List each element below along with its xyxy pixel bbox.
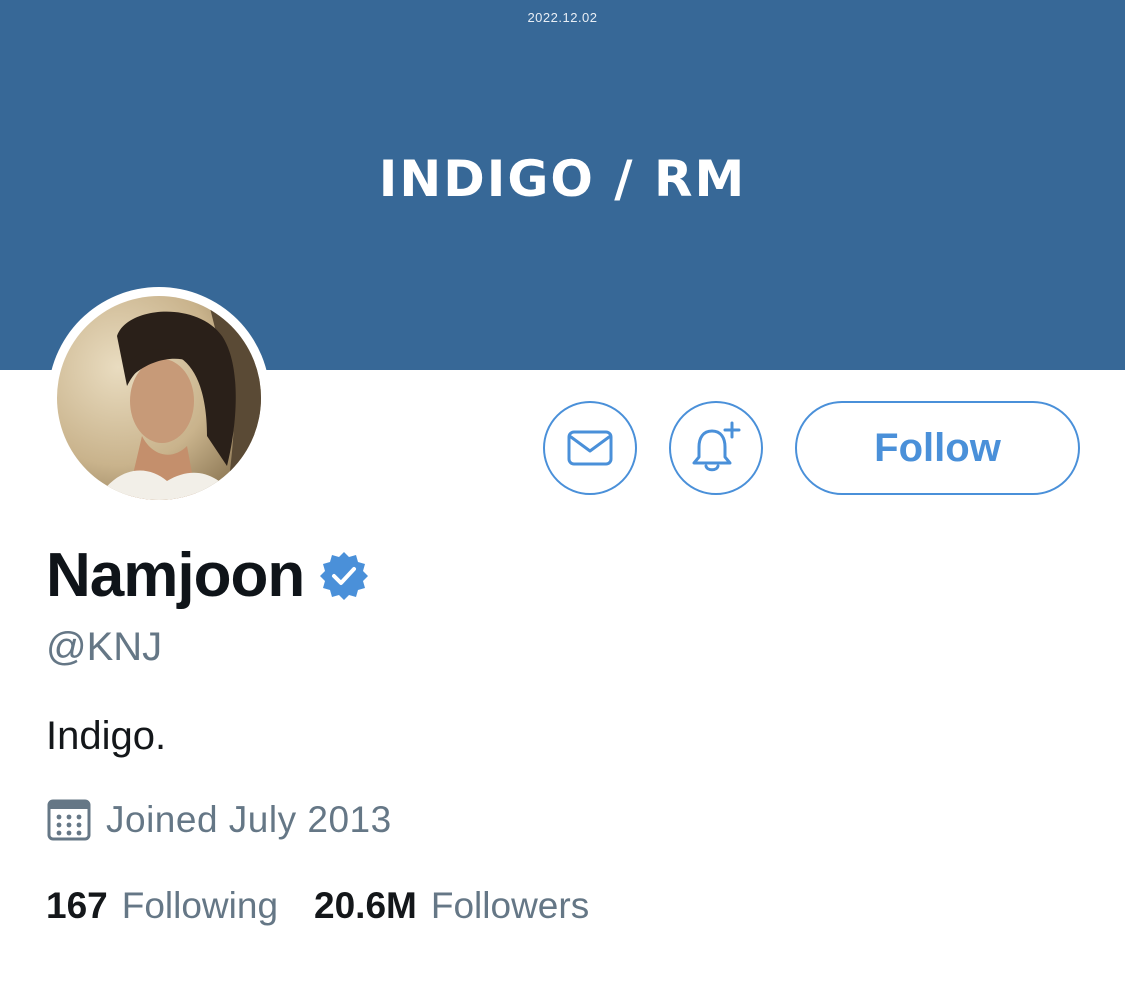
avatar[interactable] — [48, 287, 270, 509]
banner-date-stamp: 2022.12.02 — [527, 10, 598, 25]
following-label: Following — [121, 885, 279, 926]
following-link[interactable]: 167 Following — [46, 885, 278, 927]
joined-row: Joined July 2013 — [46, 795, 392, 845]
following-count: 167 — [46, 885, 108, 926]
envelope-icon — [567, 430, 613, 466]
message-button[interactable] — [543, 401, 637, 495]
bell-plus-icon — [692, 421, 741, 472]
display-name: Namjoon — [46, 541, 305, 610]
handle: @KNJ — [46, 625, 163, 669]
notify-button[interactable] — [669, 401, 763, 495]
avatar-photo — [57, 296, 261, 500]
profile-page: 2022.12.02 INDIGO / RM Follow Namjoon @K… — [0, 0, 1125, 981]
followers-link[interactable]: 20.6M Followers — [314, 885, 589, 927]
bio: Indigo. — [46, 714, 167, 758]
joined-date: Joined July 2013 — [106, 799, 392, 840]
followers-count: 20.6M — [314, 885, 417, 926]
followers-label: Followers — [430, 885, 590, 926]
banner-title: INDIGO / RM — [378, 150, 747, 208]
calendar-icon — [47, 799, 91, 841]
follow-button[interactable]: Follow — [795, 401, 1080, 495]
stats-row: 167 Following 20.6M Followers — [46, 885, 589, 927]
display-name-row: Namjoon — [46, 538, 370, 613]
verified-badge-icon — [320, 551, 369, 600]
